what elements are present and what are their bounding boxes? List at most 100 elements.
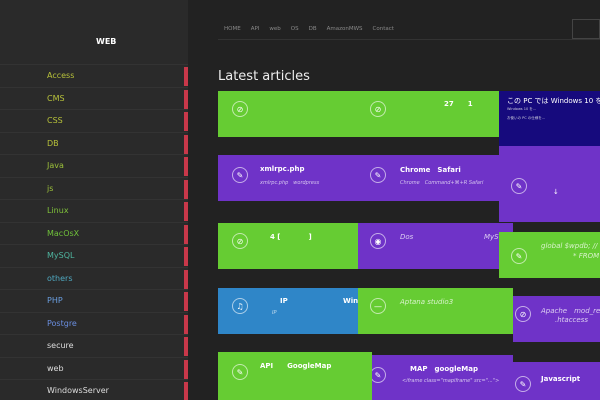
pencil-icon: ✎ bbox=[515, 376, 531, 392]
article-tile[interactable]: ♫ IP IP bbox=[218, 288, 358, 334]
tile-title: 27 1 bbox=[444, 100, 473, 108]
tile-text: global $wpdb; // bbox=[541, 242, 598, 250]
tile-subtitle: IP bbox=[272, 310, 277, 316]
article-tile[interactable]: ◉ Dos MySQ bbox=[358, 223, 513, 269]
tile-subtitle: Chrome Command+⌘+R Safari bbox=[400, 180, 484, 186]
category-list: Access CMS CSS DB Java js Linux MacOsX MySQL othe… bbox=[0, 64, 188, 400]
minus-icon: — bbox=[370, 298, 386, 314]
tile-subtitle: <iframe class="mapiframe" src="..."> bbox=[402, 378, 500, 384]
sidebar-item-label: Linux bbox=[47, 206, 69, 215]
sidebar-item-label: CMS bbox=[47, 93, 65, 103]
page-heading: Latest articles bbox=[218, 69, 310, 84]
article-thumbnail[interactable]: この PC では Windows 10 を Windows 10 を... お使… bbox=[499, 91, 600, 146]
top-nav: HOME API web OS DB AmazonMWS Contact bbox=[218, 0, 600, 40]
tile-title: MAP googleMap bbox=[410, 365, 479, 373]
tile-title: API GoogleMap bbox=[260, 362, 332, 370]
sidebar-accent-bar bbox=[184, 382, 188, 400]
nav-items: HOME API web OS DB AmazonMWS Contact bbox=[224, 26, 394, 32]
sidebar-item-label: web bbox=[47, 363, 64, 373]
sidebar-item-windowsserver[interactable]: WindowsServer bbox=[0, 379, 188, 400]
sidebar-item-db[interactable]: DB bbox=[0, 131, 188, 155]
sidebar-item-secure[interactable]: secure bbox=[0, 334, 188, 357]
sidebar-accent-bar bbox=[184, 89, 188, 109]
tile-text-line2: * FROM { bbox=[573, 252, 600, 260]
article-tile[interactable]: — Aptana studio3 bbox=[358, 288, 513, 334]
sidebar-accent-bar bbox=[184, 67, 188, 86]
tile-title: 4 [ ] bbox=[270, 233, 312, 241]
link-icon: ⊘ bbox=[370, 101, 386, 117]
article-tile[interactable]: ✎ xmlrpc.php xmlrpc.php wordpress bbox=[218, 155, 358, 201]
sidebar-item-label: Access bbox=[47, 71, 75, 80]
nav-link-home[interactable]: HOME bbox=[224, 26, 241, 32]
sidebar-accent-bar bbox=[184, 247, 188, 266]
article-tile[interactable]: ⊘ Apache mod_rew .htaccess bbox=[513, 296, 600, 342]
sidebar-item-label: WindowsServer bbox=[47, 386, 109, 395]
music-icon: ♫ bbox=[232, 298, 248, 314]
tile-text: Dos bbox=[400, 233, 414, 241]
search-box[interactable] bbox=[572, 19, 600, 39]
article-tile[interactable]: ⊘ 27 1 bbox=[358, 91, 499, 137]
tile-title: IP bbox=[280, 297, 288, 305]
sidebar-item-others[interactable]: others bbox=[0, 266, 188, 290]
sidebar-item-label: Postgre bbox=[47, 318, 77, 328]
sidebar-item-macosx[interactable]: MacOsX bbox=[0, 221, 188, 245]
tile-text: Aptana studio3 bbox=[400, 298, 454, 306]
sidebar-item-access[interactable]: Access bbox=[0, 64, 188, 87]
nav-link-contact[interactable]: Contact bbox=[373, 26, 394, 32]
sidebar-item-php[interactable]: PHP bbox=[0, 289, 188, 312]
pencil-icon: ✎ bbox=[511, 178, 527, 194]
nav-link-amazonmws[interactable]: AmazonMWS bbox=[327, 26, 363, 32]
sidebar-accent-bar bbox=[184, 269, 188, 289]
tile-title: xmlrpc.php bbox=[260, 165, 305, 173]
nav-link-web[interactable]: web bbox=[269, 26, 280, 32]
sidebar-item-label: CSS bbox=[47, 116, 63, 125]
article-tile[interactable]: ✎ Javascript bbox=[513, 362, 600, 400]
article-tile[interactable]: ✎ ↓ bbox=[499, 146, 600, 222]
pencil-icon: ✎ bbox=[370, 167, 386, 183]
tile-title: Chrome Safari bbox=[400, 166, 461, 174]
sidebar-item-js[interactable]: js bbox=[0, 176, 188, 200]
article-tile[interactable]: ✎ global $wpdb; // * FROM { bbox=[499, 232, 600, 278]
thumbnail-subtitle: Windows 10 を... bbox=[507, 107, 537, 111]
sidebar-item-cms[interactable]: CMS bbox=[0, 86, 188, 110]
link-icon: ⊘ bbox=[232, 101, 248, 117]
sidebar-item-web[interactable]: web bbox=[0, 356, 188, 380]
sidebar-accent-bar bbox=[184, 359, 188, 379]
tile-subtitle: xmlrpc.php wordpress bbox=[260, 180, 320, 186]
tile-title-overflow: Win bbox=[343, 297, 359, 305]
sidebar: WEB Access CMS CSS DB Java js Linux MacOsX MySQL… bbox=[0, 0, 188, 400]
sidebar-item-label: MacOsX bbox=[47, 228, 80, 238]
sidebar-item-postgre[interactable]: Postgre bbox=[0, 311, 188, 335]
sidebar-accent-bar bbox=[184, 157, 188, 176]
article-tile[interactable]: ✎ API GoogleMap bbox=[218, 352, 372, 400]
sidebar-item-label: secure bbox=[47, 341, 74, 350]
article-tile[interactable]: ✎ Chrome Safari Chrome Command+⌘+R Safar… bbox=[358, 155, 499, 201]
sidebar-item-label: DB bbox=[47, 138, 59, 148]
eye-icon: ◉ bbox=[370, 233, 386, 249]
sidebar-accent-bar bbox=[184, 202, 188, 221]
pencil-icon: ✎ bbox=[372, 367, 386, 383]
tile-title: ↓ bbox=[553, 188, 559, 196]
thumbnail-line: お使いの PC の仕様を... bbox=[507, 116, 546, 120]
article-tile[interactable]: ⊘ 4 [ ] bbox=[218, 223, 358, 269]
article-tile[interactable]: ⊘ bbox=[218, 91, 358, 137]
sidebar-accent-bar bbox=[184, 112, 188, 131]
sidebar-item-label: PHP bbox=[47, 296, 63, 305]
sidebar-item-java[interactable]: Java bbox=[0, 154, 188, 177]
sidebar-item-label: MySQL bbox=[47, 251, 75, 260]
pencil-icon: ✎ bbox=[511, 248, 527, 264]
nav-link-db[interactable]: DB bbox=[309, 26, 317, 32]
nav-link-api[interactable]: API bbox=[251, 26, 260, 32]
article-tile[interactable]: ✎ MAP googleMap <iframe class="mapiframe… bbox=[372, 355, 513, 400]
sidebar-item-mysql[interactable]: MySQL bbox=[0, 244, 188, 267]
sidebar-item-linux[interactable]: Linux bbox=[0, 199, 188, 222]
site-title[interactable]: WEB bbox=[96, 37, 116, 46]
sidebar-accent-bar bbox=[184, 224, 188, 244]
sidebar-accent-bar bbox=[184, 314, 188, 334]
tile-text: Apache mod_rew bbox=[541, 307, 600, 315]
sidebar-item-css[interactable]: CSS bbox=[0, 109, 188, 132]
nav-link-os[interactable]: OS bbox=[291, 26, 299, 32]
sidebar-item-label: others bbox=[47, 273, 73, 283]
sidebar-accent-bar bbox=[184, 292, 188, 311]
tile-title: Javascript bbox=[541, 375, 581, 383]
